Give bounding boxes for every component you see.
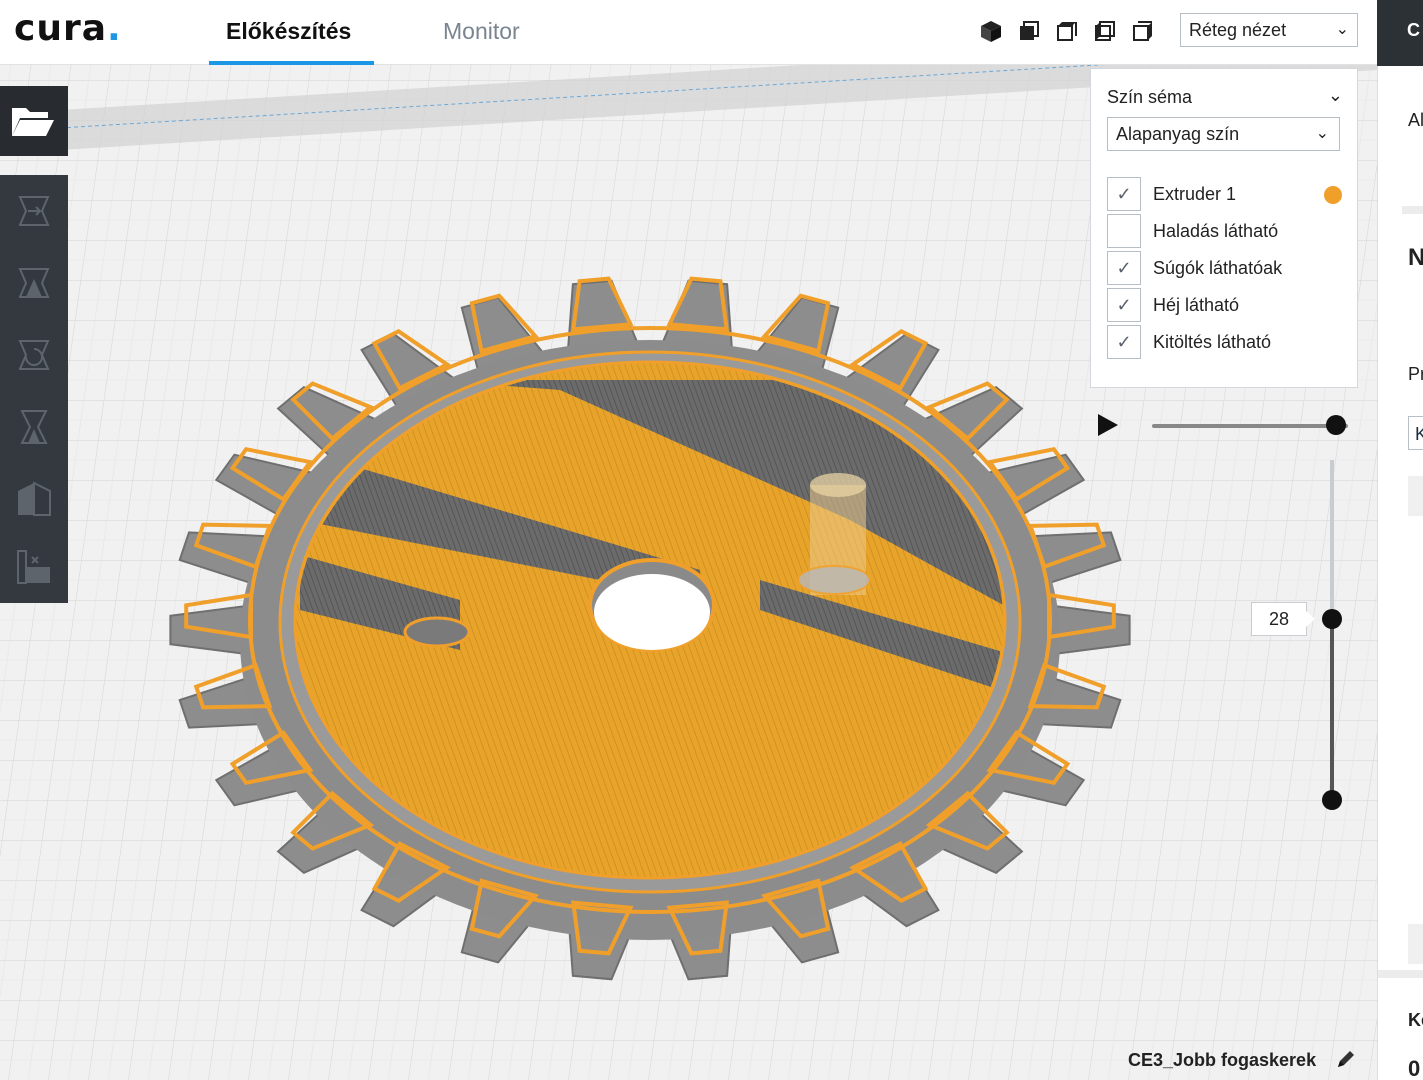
- move-tool-icon[interactable]: [12, 189, 56, 233]
- option-label: Extruder 1: [1153, 184, 1237, 204]
- print-settings-header-text: C: [1407, 20, 1420, 40]
- layer-progress-handle[interactable]: [1326, 415, 1346, 435]
- panel-line-3: Pr: [1408, 364, 1423, 384]
- checkbox-helpers[interactable]: ✓: [1107, 251, 1141, 285]
- option-travel-visible[interactable]: Haladás látható: [1107, 214, 1347, 250]
- option-label: Haladás látható: [1153, 221, 1279, 241]
- extruder-color-swatch: [1324, 186, 1342, 204]
- tab-monitor[interactable]: Monitor: [443, 18, 520, 45]
- mirror-tool-icon[interactable]: [12, 405, 56, 449]
- collapse-chevron-icon[interactable]: ⌄: [1328, 85, 1343, 106]
- color-scheme-panel: Szín séma ⌄ Alapanyag szín ⌄ ✓ Extruder …: [1090, 68, 1358, 388]
- profile-select[interactable]: K: [1408, 416, 1423, 450]
- open-file-button[interactable]: [0, 86, 68, 156]
- 3d-view-icon[interactable]: [978, 18, 1004, 44]
- scale-tool-icon[interactable]: [12, 261, 56, 305]
- option-helpers-visible[interactable]: ✓ Súgók láthatóak: [1107, 251, 1347, 287]
- right-view-icon[interactable]: [1130, 18, 1156, 44]
- layer-slider-bottom-handle[interactable]: [1322, 790, 1342, 810]
- panel-line-1: Al: [1408, 110, 1423, 130]
- option-extruder-1[interactable]: ✓ Extruder 1: [1107, 177, 1347, 213]
- rotate-tool-icon[interactable]: [12, 333, 56, 377]
- checkbox-shell[interactable]: ✓: [1107, 288, 1141, 322]
- section-divider: [1402, 206, 1423, 214]
- pencil-icon[interactable]: [1334, 1047, 1358, 1071]
- view-mode-value: Réteg nézet: [1189, 20, 1287, 40]
- active-tab-indicator: [209, 61, 374, 65]
- option-shell-visible[interactable]: ✓ Héj látható: [1107, 288, 1347, 324]
- checkbox-infill[interactable]: ✓: [1107, 325, 1141, 359]
- profile-select-value: K: [1415, 424, 1423, 445]
- layer-slider-top-handle[interactable]: [1322, 609, 1342, 629]
- settings-button[interactable]: [1408, 476, 1423, 516]
- layer-progress-slider[interactable]: [1152, 424, 1348, 428]
- panel-line-6: 0: [1408, 1056, 1421, 1080]
- chevron-down-icon: ⌄: [1315, 125, 1329, 142]
- section-divider-2: [1378, 970, 1423, 978]
- per-model-settings-icon[interactable]: [12, 477, 56, 521]
- front-view-icon[interactable]: [1016, 18, 1042, 44]
- current-layer-number[interactable]: 28: [1251, 602, 1315, 636]
- print-settings-header[interactable]: C: [1377, 0, 1423, 66]
- option-infill-visible[interactable]: ✓ Kitöltés látható: [1107, 325, 1347, 361]
- option-label: Súgók láthatóak: [1153, 258, 1283, 278]
- color-scheme-value: Alapanyag szín: [1116, 124, 1240, 144]
- layer-slider-track[interactable]: [1330, 620, 1334, 801]
- chevron-down-icon: ⌄: [1335, 21, 1349, 38]
- custom-button[interactable]: [1408, 924, 1423, 964]
- view-mode-select[interactable]: Réteg nézet ⌄: [1180, 13, 1358, 47]
- color-scheme-select[interactable]: Alapanyag szín ⌄: [1107, 117, 1340, 151]
- print-settings-panel[interactable]: Al N Pr K Ke 0: [1377, 66, 1423, 1080]
- checkbox-extruder-1[interactable]: ✓: [1107, 177, 1141, 211]
- top-view-icon[interactable]: [1054, 18, 1080, 44]
- job-name: CE3_Jobb fogaskerek: [1128, 1050, 1317, 1070]
- left-toolbar: [0, 175, 68, 603]
- layer-slider-track-upper: [1330, 460, 1334, 620]
- left-view-icon[interactable]: [1092, 18, 1118, 44]
- color-scheme-title: Szín séma: [1107, 87, 1193, 107]
- support-blocker-icon[interactable]: [12, 545, 56, 589]
- tab-prepare[interactable]: Előkészítés: [226, 18, 351, 45]
- cura-logo: cura.: [14, 8, 122, 49]
- folder-open-icon: [12, 108, 54, 136]
- panel-line-5: Ke: [1408, 1010, 1423, 1030]
- option-label: Héj látható: [1153, 295, 1240, 315]
- option-label: Kitöltés látható: [1153, 332, 1272, 352]
- checkbox-travel[interactable]: [1107, 214, 1141, 248]
- panel-line-2: N: [1408, 244, 1423, 272]
- play-icon[interactable]: [1096, 412, 1120, 438]
- top-bar: cura. Előkészítés Monitor Réteg nézet ⌄: [0, 0, 1377, 65]
